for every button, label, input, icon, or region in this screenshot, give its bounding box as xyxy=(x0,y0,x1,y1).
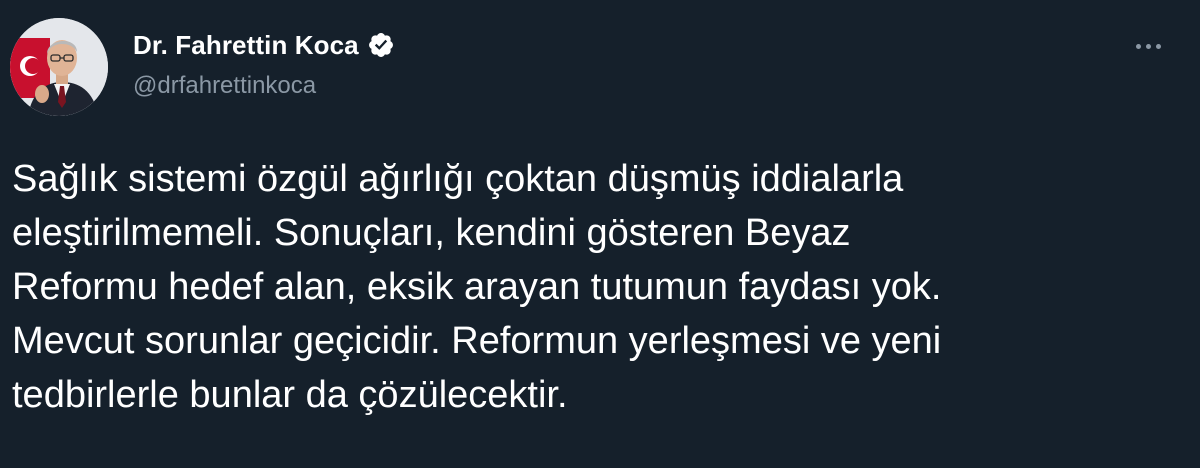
author-handle[interactable]: @drfahrettinkoca xyxy=(133,72,316,100)
avatar-photo xyxy=(10,18,108,116)
tweet-text: Sağlık sistemi özgül ağırlığı çoktan düş… xyxy=(12,152,1188,422)
author-display-name[interactable]: Dr. Fahrettin Koca xyxy=(133,30,359,61)
tweet-text-line: tedbirlerle bunlar da çözülecektir. xyxy=(12,374,568,416)
verified-badge-icon xyxy=(367,31,395,59)
tweet-card: Dr. Fahrettin Koca @drfahrettinkoca Sağl… xyxy=(0,0,1200,468)
author-name-row: Dr. Fahrettin Koca xyxy=(133,27,395,63)
tweet-text-line: Mevcut sorunlar geçicidir. Reformun yerl… xyxy=(12,320,942,362)
author-avatar[interactable] xyxy=(10,18,108,116)
tweet-text-line: eleştirilmemeli. Sonuçları, kendini göst… xyxy=(12,212,851,254)
tweet-text-line: Sağlık sistemi özgül ağırlığı çoktan düş… xyxy=(12,158,904,200)
tweet-text-line: Reformu hedef alan, eksik arayan tutumun… xyxy=(12,266,942,308)
more-options-icon[interactable] xyxy=(1124,28,1172,64)
